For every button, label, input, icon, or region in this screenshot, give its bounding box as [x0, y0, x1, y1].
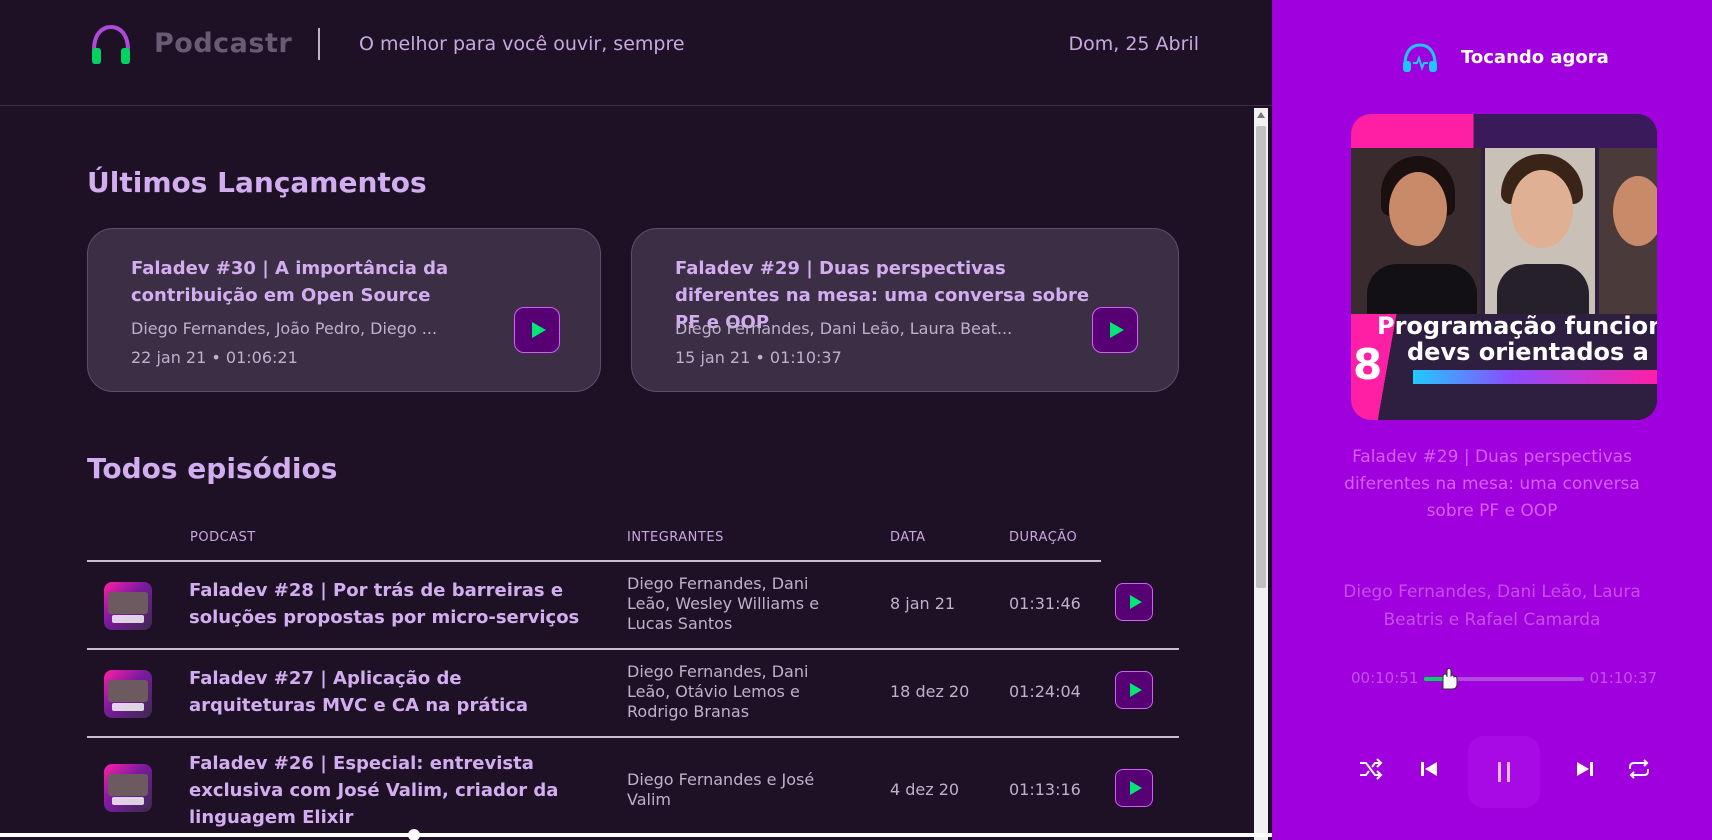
- play-button[interactable]: [514, 307, 560, 353]
- episode-title[interactable]: Faladev #30 | A importância da contribui…: [131, 255, 571, 309]
- column-header-members: INTEGRANTES: [627, 530, 724, 545]
- all-episodes-title: Todos episódios: [87, 452, 338, 485]
- header-divider: [318, 28, 320, 60]
- now-playing-title: Faladev #29 | Duas perspectivas diferent…: [1344, 447, 1640, 521]
- cover-text-line1: Programação funcion: [1377, 312, 1657, 340]
- play-icon: [1129, 595, 1142, 609]
- episode-thumbnail: [104, 582, 152, 630]
- episode-members: Diego Fernandes, João Pedro, Diego ...: [131, 319, 438, 338]
- play-button[interactable]: [1115, 769, 1153, 807]
- header-date: Dom, 25 Abril: [1068, 33, 1200, 55]
- episode-title-link[interactable]: Faladev #26 | Especial: entrevista exclu…: [189, 750, 589, 831]
- app: Podcastr O melhor para você ouvir, sempr…: [0, 0, 1712, 840]
- episode-thumbnail: [104, 764, 152, 812]
- hand-cursor-icon[interactable]: [1435, 667, 1461, 691]
- brand-name: Podcastr: [154, 28, 293, 59]
- cover-number: 8: [1353, 340, 1383, 389]
- headphones-logo-icon: [92, 24, 130, 64]
- main-area: Podcastr O melhor para você ouvir, sempr…: [0, 0, 1272, 840]
- now-playing-label: Tocando agora: [1461, 47, 1609, 68]
- previous-button[interactable]: [1412, 752, 1446, 786]
- table-row: Faladev #26 | Especial: entrevista exclu…: [87, 738, 1179, 838]
- repeat-icon: [1629, 759, 1649, 779]
- header: Podcastr O melhor para você ouvir, sempr…: [0, 0, 1272, 106]
- play-button[interactable]: [1115, 583, 1153, 621]
- episode-members: Diego Fernandes, Dani Leão, Otávio Lemos…: [627, 662, 809, 721]
- scrollbar[interactable]: [1254, 108, 1268, 840]
- play-icon: [1129, 683, 1142, 697]
- episode-duration: 01:31:46: [1009, 594, 1081, 613]
- episode-members: Diego Fernandes, Dani Leão, Wesley Willi…: [627, 574, 820, 633]
- episode-cover-image: 8 Programação funcion devs orientados a …: [1351, 114, 1657, 420]
- episode-date: 4 dez 20: [890, 780, 960, 799]
- cover-text-line2: devs orientados a o: [1407, 338, 1657, 366]
- video-seek-bar[interactable]: [0, 833, 1272, 837]
- latest-episode-card[interactable]: Faladev #29 | Duas perspectivas diferent…: [631, 228, 1179, 392]
- shuffle-icon: [1360, 758, 1383, 780]
- table-row: Faladev #28 | Por trás de barreiras e so…: [87, 562, 1179, 650]
- scroll-up-arrow-icon[interactable]: [1257, 112, 1265, 118]
- episode-duration: 01:13:16: [1009, 780, 1081, 799]
- episode-thumbnail: [104, 670, 152, 718]
- episode-title-link[interactable]: Faladev #28 | Por trás de barreiras e so…: [189, 577, 589, 631]
- table-header: PODCAST INTEGRANTES DATA DURAÇÃO: [0, 530, 1272, 560]
- repeat-button[interactable]: [1622, 752, 1656, 786]
- episode-date: 8 jan 21: [890, 594, 956, 613]
- video-seek-handle[interactable]: [408, 829, 420, 840]
- shuffle-button[interactable]: [1354, 752, 1388, 786]
- pause-button[interactable]: [1468, 736, 1540, 808]
- column-header-date: DATA: [890, 530, 926, 545]
- episode-members: Diego Fernandes e José Valim: [627, 770, 815, 809]
- table-row: Faladev #27 | Aplicação de arquiteturas …: [87, 650, 1179, 738]
- skip-next-icon: [1577, 762, 1593, 776]
- episode-title-link[interactable]: Faladev #27 | Aplicação de arquiteturas …: [189, 665, 589, 719]
- latest-section-title: Últimos Lançamentos: [87, 166, 427, 199]
- column-header-duration: DURAÇÃO: [1009, 530, 1078, 545]
- pause-icon: [1498, 762, 1510, 782]
- player-header: Tocando agora: [1272, 0, 1712, 106]
- headphones-icon: [1403, 43, 1437, 72]
- player-panel: Tocando agora 8 Programação funcion devs…: [1272, 0, 1712, 840]
- play-icon: [1110, 322, 1124, 338]
- scrollbar-thumb[interactable]: [1256, 126, 1266, 588]
- total-time: 01:10:37: [1589, 669, 1657, 687]
- episode-duration: 01:24:04: [1009, 682, 1081, 701]
- episode-meta: 22 jan 21 • 01:06:21: [131, 348, 298, 367]
- play-icon: [1129, 781, 1142, 795]
- current-time: 00:10:51: [1351, 669, 1419, 687]
- skip-previous-icon: [1421, 762, 1437, 776]
- play-button[interactable]: [1115, 671, 1153, 709]
- tagline: O melhor para você ouvir, sempre: [359, 33, 685, 55]
- latest-episode-card[interactable]: Faladev #30 | A importância da contribui…: [87, 228, 601, 392]
- now-playing-members: Diego Fernandes, Dani Leão, Laura Beatri…: [1343, 582, 1641, 630]
- episode-meta: 15 jan 21 • 01:10:37: [675, 348, 842, 367]
- episode-members: Diego Fernandes, Dani Leão, Laura Beat..…: [675, 319, 1013, 338]
- episode-date: 18 dez 20: [890, 682, 970, 701]
- next-button[interactable]: [1568, 752, 1602, 786]
- play-button[interactable]: [1092, 307, 1138, 353]
- play-icon: [532, 322, 546, 338]
- column-header-podcast: PODCAST: [190, 530, 256, 545]
